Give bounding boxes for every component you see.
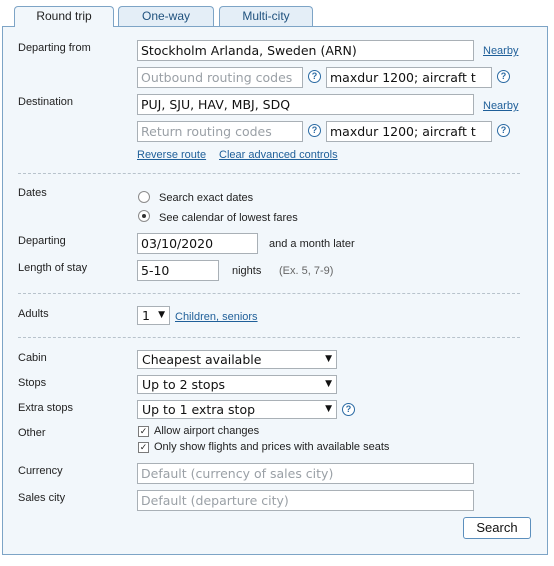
dates-label: Dates <box>18 187 47 199</box>
destination-nearby-link[interactable]: Nearby <box>483 100 518 112</box>
chevron-down-icon: ▼ <box>325 379 332 389</box>
stops-value: Up to 2 stops <box>142 377 226 392</box>
outbound-routing-input[interactable]: Outbound routing codes <box>137 67 303 88</box>
cabin-value: Cheapest available <box>142 352 262 367</box>
chevron-down-icon: ▼ <box>158 310 165 320</box>
cabin-select[interactable]: Cheapest available ▼ <box>137 350 337 369</box>
cabin-label: Cabin <box>18 352 47 364</box>
currency-label: Currency <box>18 465 63 477</box>
outbound-extension-help-icon[interactable]: ? <box>497 70 510 83</box>
exact-dates-label: Search exact dates <box>159 192 254 204</box>
adults-select[interactable]: 1 ▼ <box>137 306 170 325</box>
departing-date-suffix: and a month later <box>269 238 355 250</box>
available-seats-checkbox[interactable]: ✓ <box>138 442 149 453</box>
destination-label: Destination <box>18 96 74 108</box>
outbound-routing-help-icon[interactable]: ? <box>308 70 321 83</box>
stay-example-hint: (Ex. 5, 7-9) <box>279 265 334 277</box>
extra-stops-label: Extra stops <box>18 402 74 414</box>
chevron-down-icon: ▼ <box>325 354 332 364</box>
reverse-route-link[interactable]: Reverse route <box>137 149 206 161</box>
section-divider <box>18 173 520 174</box>
sales-city-input[interactable]: Default (departure city) <box>137 490 474 511</box>
allow-airport-changes-checkbox[interactable]: ✓ <box>138 426 149 437</box>
stops-label: Stops <box>18 377 47 389</box>
exact-dates-radio[interactable] <box>138 191 150 203</box>
children-seniors-link[interactable]: Children, seniors <box>175 311 258 323</box>
return-extension-help-icon[interactable]: ? <box>497 124 510 137</box>
other-label: Other <box>18 427 46 439</box>
nights-label: nights <box>232 265 262 277</box>
length-of-stay-label: Length of stay <box>18 262 88 274</box>
clear-advanced-link[interactable]: Clear advanced controls <box>219 149 338 161</box>
return-routing-input[interactable]: Return routing codes <box>137 121 303 142</box>
extra-stops-help-icon[interactable]: ? <box>342 403 355 416</box>
currency-input[interactable]: Default (currency of sales city) <box>137 463 474 484</box>
return-extension-input[interactable]: maxdur 1200; aircraft t <box>326 121 492 142</box>
sales-city-label: Sales city <box>18 492 66 504</box>
tab-round-trip[interactable]: Round trip <box>14 6 114 27</box>
extra-stops-value: Up to 1 extra stop <box>142 402 256 417</box>
departing-from-label: Departing from <box>18 42 91 54</box>
departing-from-input[interactable]: Stockholm Arlanda, Sweden (ARN) <box>137 40 474 61</box>
section-divider <box>18 293 520 294</box>
adults-value: 1 <box>142 308 150 323</box>
departing-label: Departing <box>18 235 66 247</box>
departing-nearby-link[interactable]: Nearby <box>483 45 518 57</box>
tab-multi-city[interactable]: Multi-city <box>219 6 313 26</box>
adults-label: Adults <box>18 308 49 320</box>
departing-date-input[interactable]: 03/10/2020 <box>137 233 258 254</box>
calendar-fares-radio[interactable] <box>138 210 150 222</box>
section-divider <box>18 337 520 338</box>
outbound-extension-input[interactable]: maxdur 1200; aircraft t <box>326 67 492 88</box>
extra-stops-select[interactable]: Up to 1 extra stop ▼ <box>137 400 337 419</box>
stops-select[interactable]: Up to 2 stops ▼ <box>137 375 337 394</box>
search-button[interactable]: Search <box>463 517 531 539</box>
available-seats-label: Only show flights and prices with availa… <box>154 441 390 453</box>
search-form-panel: Departing from Stockholm Arlanda, Sweden… <box>2 26 548 555</box>
tab-one-way[interactable]: One-way <box>118 6 214 26</box>
chevron-down-icon: ▼ <box>325 404 332 414</box>
return-routing-help-icon[interactable]: ? <box>308 124 321 137</box>
calendar-fares-label: See calendar of lowest fares <box>159 212 298 224</box>
allow-airport-changes-label: Allow airport changes <box>154 425 260 437</box>
length-of-stay-input[interactable]: 5-10 <box>137 260 219 281</box>
destination-input[interactable]: PUJ, SJU, HAV, MBJ, SDQ <box>137 94 474 115</box>
